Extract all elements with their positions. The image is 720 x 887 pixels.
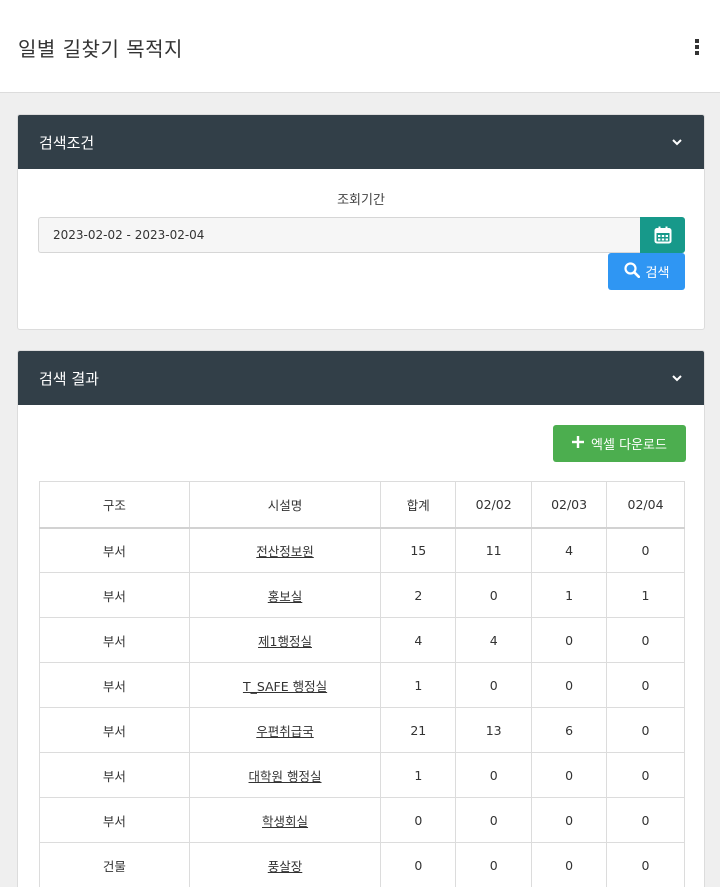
search-button-label: 검색 — [645, 266, 670, 281]
cell-total: 15 — [380, 527, 457, 573]
kebab-menu-icon[interactable] — [693, 39, 701, 55]
cell-date-1: 0 — [455, 752, 533, 798]
results-table: 구조 시설명 합계 02/02 02/03 02/04 부서 전산정보원 15 11 4… — [39, 481, 685, 887]
cell-type: 건물 — [39, 842, 190, 887]
top-bar: 일별 길찾기 목적지 — [0, 0, 720, 93]
excel-download-button[interactable]: 엑셀 다운로드 — [553, 425, 686, 462]
cell-facility-name[interactable]: T_SAFE 행정실 — [188, 662, 382, 708]
period-label: 조회기간 — [337, 193, 385, 208]
excel-download-label: 엑셀 다운로드 — [591, 438, 667, 453]
facility-link[interactable]: 제1행정실 — [258, 634, 312, 649]
column-header-total[interactable]: 합계 — [380, 481, 457, 529]
cell-total: 4 — [380, 617, 457, 663]
cell-date-3: 0 — [606, 752, 685, 798]
cell-total: 1 — [380, 752, 457, 798]
search-results-panel: 검색 결과 엑셀 다운로드 구조 시설명 합계 02/02 02/03 02/0… — [17, 350, 705, 887]
facility-link[interactable]: 풍살장 — [268, 859, 303, 874]
search-conditions-panel: 검색조건 조회기간 검색 — [17, 114, 705, 330]
cell-type: 부서 — [39, 617, 190, 663]
cell-date-2: 6 — [531, 707, 608, 753]
cell-total: 21 — [380, 707, 457, 753]
search-conditions-title: 검색조건 — [39, 133, 95, 152]
cell-type: 부서 — [39, 707, 190, 753]
cell-facility-name[interactable]: 풍살장 — [188, 842, 382, 887]
cell-date-2: 0 — [531, 842, 608, 887]
cell-facility-name[interactable]: 학생회실 — [188, 797, 382, 843]
search-results-title: 검색 결과 — [39, 369, 99, 388]
cell-total: 1 — [380, 662, 457, 708]
column-header-date-2[interactable]: 02/03 — [531, 481, 608, 529]
facility-link[interactable]: 대학원 행정실 — [249, 769, 322, 784]
calendar-icon[interactable] — [640, 217, 685, 253]
cell-date-3: 0 — [606, 707, 685, 753]
table-row: 부서 홍보실 2 0 1 1 — [39, 572, 685, 618]
cell-type: 부서 — [39, 797, 190, 843]
cell-date-3: 0 — [606, 842, 685, 887]
cell-facility-name[interactable]: 홍보실 — [188, 572, 382, 618]
cell-date-3: 0 — [606, 662, 685, 708]
facility-link[interactable]: 학생회실 — [262, 814, 308, 829]
plus-icon — [572, 435, 585, 452]
cell-type: 부서 — [39, 527, 190, 573]
cell-date-1: 0 — [455, 842, 533, 887]
facility-link[interactable]: T_SAFE 행정실 — [243, 679, 327, 694]
cell-date-3: 0 — [606, 797, 685, 843]
cell-date-3: 0 — [606, 527, 685, 573]
cell-facility-name[interactable]: 제1행정실 — [188, 617, 382, 663]
cell-date-1: 4 — [455, 617, 533, 663]
search-icon — [623, 261, 640, 282]
search-button[interactable]: 검색 — [608, 253, 685, 290]
column-header-date-3[interactable]: 02/04 — [606, 481, 685, 529]
search-results-header[interactable]: 검색 결과 — [18, 351, 704, 405]
column-header-date-1[interactable]: 02/02 — [455, 481, 533, 529]
cell-facility-name[interactable]: 우편취급국 — [188, 707, 382, 753]
chevron-down-icon[interactable] — [672, 373, 682, 383]
table-row: 부서 T_SAFE 행정실 1 0 0 0 — [39, 662, 685, 708]
cell-date-3: 0 — [606, 617, 685, 663]
date-range-group — [38, 217, 685, 253]
date-range-input[interactable] — [38, 217, 640, 253]
cell-date-2: 0 — [531, 617, 608, 663]
table-row: 건물 풍살장 0 0 0 0 — [39, 842, 685, 887]
cell-total: 0 — [380, 797, 457, 843]
table-row: 부서 학생회실 0 0 0 0 — [39, 797, 685, 843]
cell-date-1: 13 — [455, 707, 533, 753]
cell-date-3: 1 — [606, 572, 685, 618]
cell-date-1: 11 — [455, 527, 533, 573]
cell-date-2: 0 — [531, 797, 608, 843]
chevron-down-icon[interactable] — [672, 137, 682, 147]
page-title: 일별 길찾기 목적지 — [18, 37, 183, 61]
cell-date-1: 0 — [455, 662, 533, 708]
table-row: 부서 전산정보원 15 11 4 0 — [39, 527, 685, 573]
table-row: 부서 제1행정실 4 4 0 0 — [39, 617, 685, 663]
facility-link[interactable]: 전산정보원 — [256, 544, 314, 559]
table-row: 부서 대학원 행정실 1 0 0 0 — [39, 752, 685, 798]
cell-type: 부서 — [39, 752, 190, 798]
column-header-name[interactable]: 시설명 — [188, 481, 382, 529]
cell-date-1: 0 — [455, 797, 533, 843]
cell-date-2: 4 — [531, 527, 608, 573]
cell-date-1: 0 — [455, 572, 533, 618]
cell-facility-name[interactable]: 대학원 행정실 — [188, 752, 382, 798]
cell-facility-name[interactable]: 전산정보원 — [188, 527, 382, 573]
cell-total: 0 — [380, 842, 457, 887]
cell-date-2: 1 — [531, 572, 608, 618]
table-header-row: 구조 시설명 합계 02/02 02/03 02/04 — [39, 481, 685, 529]
search-conditions-header[interactable]: 검색조건 — [18, 115, 704, 169]
table-row: 부서 우편취급국 21 13 6 0 — [39, 707, 685, 753]
cell-date-2: 0 — [531, 662, 608, 708]
cell-date-2: 0 — [531, 752, 608, 798]
cell-type: 부서 — [39, 572, 190, 618]
cell-type: 부서 — [39, 662, 190, 708]
facility-link[interactable]: 우편취급국 — [256, 724, 314, 739]
column-header-type[interactable]: 구조 — [39, 481, 190, 529]
facility-link[interactable]: 홍보실 — [268, 589, 303, 604]
cell-total: 2 — [380, 572, 457, 618]
